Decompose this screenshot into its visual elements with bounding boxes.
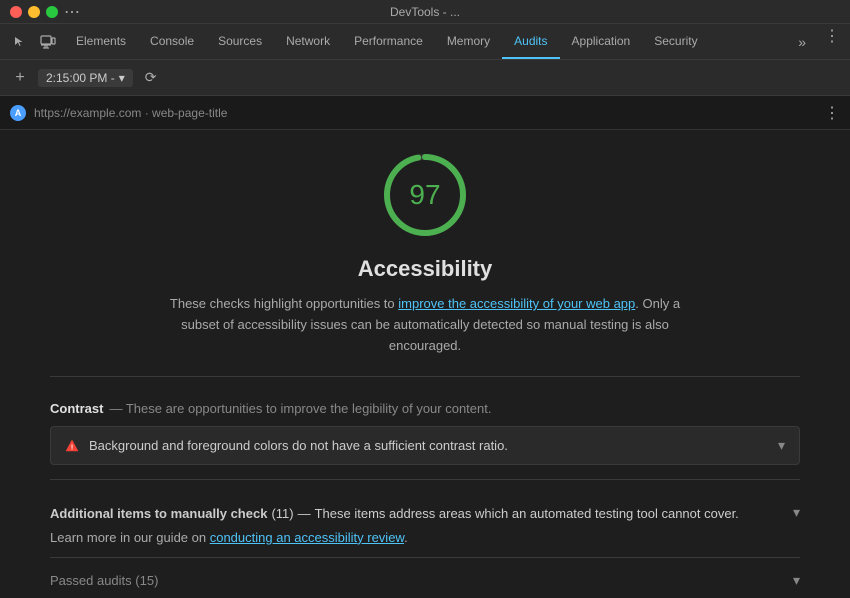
warning-icon: ! <box>65 439 79 453</box>
tab-elements[interactable]: Elements <box>64 24 138 59</box>
contrast-header: Contrast — These are opportunities to im… <box>50 391 800 426</box>
additional-body-prefix: Learn more in our guide on <box>50 530 210 545</box>
tab-bar: Elements Console Sources Network Perform… <box>0 24 850 60</box>
device-icon[interactable] <box>38 32 58 52</box>
contrast-audit-item[interactable]: ! Background and foreground colors do no… <box>50 426 800 465</box>
contrast-section: Contrast — These are opportunities to im… <box>50 391 800 465</box>
passed-chevron-icon: ▾ <box>793 572 800 589</box>
tab-bar-right: » <box>786 24 818 59</box>
tab-network[interactable]: Network <box>274 24 342 59</box>
additional-body-text: Learn more in our guide on conducting an… <box>50 528 793 548</box>
additional-chevron-icon: ▾ <box>793 504 800 521</box>
url-more-button[interactable]: ⋮ <box>824 103 840 123</box>
url-text: https://example.com · web-page-title <box>34 106 816 120</box>
contrast-item-text: Background and foreground colors do not … <box>89 438 508 453</box>
more-tabs-button[interactable]: » <box>794 32 810 52</box>
svg-text:!: ! <box>71 444 73 451</box>
contrast-subtitle: — These are opportunities to improve the… <box>109 401 491 416</box>
score-desc-link[interactable]: improve the accessibility of your web ap… <box>398 296 635 311</box>
add-recording-button[interactable]: + <box>10 69 30 87</box>
main-content: 97 Accessibility These checks highlight … <box>0 130 850 598</box>
chevron-down-icon: ▾ <box>778 437 785 454</box>
additional-title-bold: Additional items to manually check <box>50 504 267 524</box>
maximize-button[interactable] <box>46 6 58 18</box>
favicon-letter: A <box>15 108 22 118</box>
score-value: 97 <box>409 179 440 211</box>
passed-audits-label: Passed audits (15) <box>50 573 158 588</box>
passed-audits-title: Passed audits <box>50 573 132 588</box>
additional-title-desc: These items address areas which an autom… <box>315 504 739 524</box>
time-value: 2:15:00 PM - <box>46 71 115 85</box>
close-button[interactable] <box>10 6 22 18</box>
url-bar: A https://example.com · web-page-title ⋮ <box>0 96 850 130</box>
score-section: 97 Accessibility These checks highlight … <box>50 150 800 356</box>
title-bar: DevTools - ... ⋯ <box>0 0 850 24</box>
passed-audits-row[interactable]: Passed audits (15) ▾ <box>50 557 800 598</box>
minimize-button[interactable] <box>28 6 40 18</box>
contrast-title: Contrast <box>50 401 103 416</box>
cursor-icon[interactable] <box>10 32 30 52</box>
score-circle: 97 <box>380 150 470 240</box>
tab-sources[interactable]: Sources <box>206 24 274 59</box>
tab-console[interactable]: Console <box>138 24 206 59</box>
tab-application[interactable]: Application <box>560 24 643 59</box>
additional-title-sep: — <box>298 504 311 524</box>
favicon: A <box>10 105 26 121</box>
accessibility-review-link[interactable]: conducting an accessibility review <box>210 530 404 545</box>
additional-body-suffix: . <box>404 530 408 545</box>
additional-title-row: Additional items to manually check (11) … <box>50 504 793 524</box>
score-desc-prefix: These checks highlight opportunities to <box>170 296 398 311</box>
tab-security[interactable]: Security <box>642 24 709 59</box>
tab-performance[interactable]: Performance <box>342 24 435 59</box>
tabs-container: Elements Console Sources Network Perform… <box>64 24 786 59</box>
address-bar: + 2:15:00 PM - ▾ ⟳ <box>0 60 850 96</box>
additional-header[interactable]: Additional items to manually check (11) … <box>50 504 800 547</box>
capture-button[interactable]: ⟳ <box>141 67 161 88</box>
tab-memory[interactable]: Memory <box>435 24 502 59</box>
score-description: These checks highlight opportunities to … <box>165 294 685 356</box>
divider-contrast <box>50 376 800 377</box>
tab-audits[interactable]: Audits <box>502 24 559 59</box>
additional-header-text: Additional items to manually check (11) … <box>50 504 793 547</box>
additional-section: Additional items to manually check (11) … <box>50 494 800 557</box>
passed-audits-count: (15) <box>135 573 158 588</box>
devtools-menu-button[interactable]: ⋮ <box>818 24 846 59</box>
window-title: DevTools - ... <box>390 5 460 19</box>
menu-button[interactable]: ⋯ <box>58 0 86 24</box>
tab-bar-left <box>4 24 64 59</box>
audit-item-left: ! Background and foreground colors do no… <box>65 438 778 453</box>
traffic-lights <box>10 6 58 18</box>
time-selector[interactable]: 2:15:00 PM - ▾ <box>38 69 133 87</box>
divider-additional <box>50 479 800 480</box>
score-title: Accessibility <box>358 256 493 282</box>
dropdown-arrow: ▾ <box>119 71 125 85</box>
additional-title-count: (11) <box>271 504 293 524</box>
